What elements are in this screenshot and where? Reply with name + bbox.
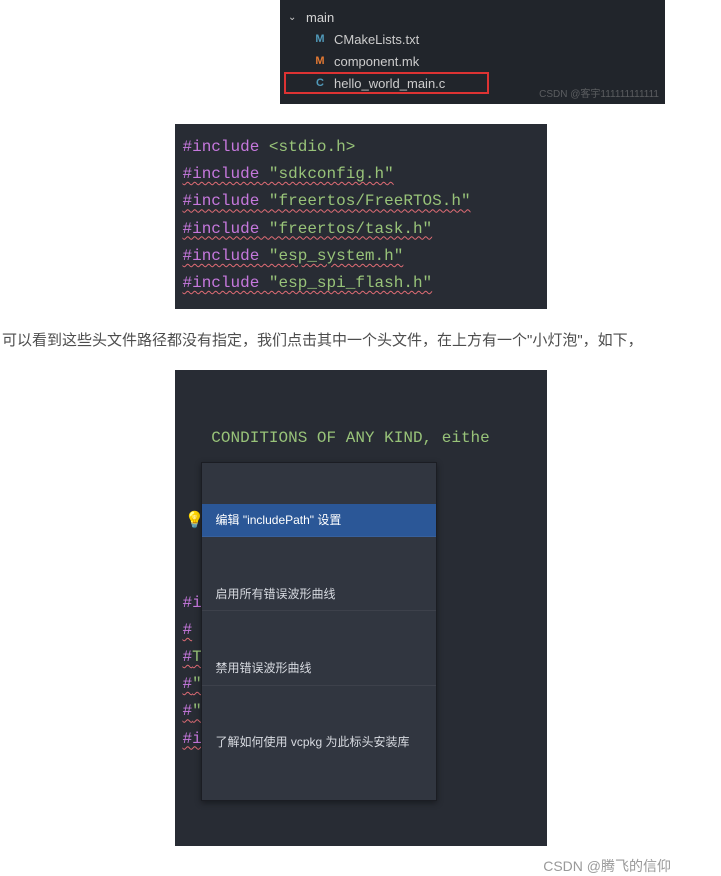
- code-line: #include "freertos/task.h": [183, 216, 533, 243]
- quickfix-menu: 编辑 "includePath" 设置 启用所有错误波形曲线 禁用错误波形曲线 …: [201, 462, 437, 800]
- file-type-icon: M: [312, 31, 328, 47]
- code-line: #include "esp_spi_flash.h": [183, 270, 533, 297]
- code-editor-includes: #include <stdio.h>#include "sdkconfig.h"…: [175, 124, 547, 309]
- code-line: #include "freertos/FreeRTOS.h": [183, 188, 533, 215]
- code-line: #include "esp_system.h": [183, 243, 533, 270]
- highlight-box: [284, 72, 489, 94]
- folder-row-main[interactable]: ⌄ main: [280, 6, 665, 28]
- comment-fragment: CONDITIONS OF ANY KIND, eithe: [183, 429, 490, 447]
- code-line: #include <stdio.h>: [183, 134, 533, 161]
- page-watermark: CSDN @腾飞的信仰: [0, 856, 721, 876]
- menu-item-vcpkg-info[interactable]: 了解如何使用 vcpkg 为此标头安装库: [202, 726, 436, 758]
- code-line: #include "sdkconfig.h": [183, 161, 533, 188]
- watermark-text: CSDN @客宇111111111111: [539, 85, 659, 100]
- file-row-component[interactable]: M component.mk: [280, 50, 665, 72]
- file-label: CMakeLists.txt: [334, 32, 419, 47]
- body-paragraph: 可以看到这些头文件路径都没有指定，我们点击其中一个头文件，在上方有一个"小灯泡"…: [0, 329, 721, 350]
- code-editor-lightbulb: CONDITIONS OF ANY KIND, eithe 💡/ #includ…: [175, 370, 547, 846]
- file-label: component.mk: [334, 54, 419, 69]
- folder-label: main: [306, 10, 334, 25]
- menu-item-edit-includepath[interactable]: 编辑 "includePath" 设置: [202, 504, 436, 537]
- file-explorer-panel: ⌄ main M CMakeLists.txt M component.mk C…: [280, 0, 665, 104]
- menu-item-enable-squiggles[interactable]: 启用所有错误波形曲线: [202, 578, 436, 611]
- chevron-down-icon: ⌄: [288, 12, 300, 23]
- file-row-cmakelists[interactable]: M CMakeLists.txt: [280, 28, 665, 50]
- menu-item-disable-squiggles[interactable]: 禁用错误波形曲线: [202, 652, 436, 685]
- file-type-icon: M: [312, 53, 328, 69]
